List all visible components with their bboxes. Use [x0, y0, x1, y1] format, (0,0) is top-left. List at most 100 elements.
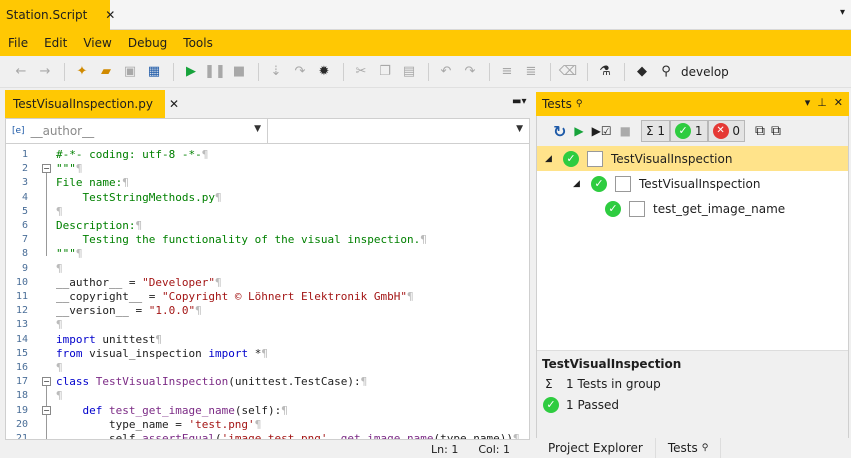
run-selected-icon[interactable]: ▶☑ — [592, 124, 612, 138]
line-number: 8 — [21, 248, 28, 260]
tab-project-explorer[interactable]: Project Explorer — [536, 438, 655, 458]
new-file-icon[interactable]: ✦ — [71, 61, 93, 83]
tests-in-group: 1 Tests in group — [566, 377, 661, 391]
redo-icon[interactable]: ↷ — [459, 61, 481, 83]
refresh-icon[interactable]: ↻ — [553, 122, 566, 141]
test-tree-item[interactable]: ◢ ✓ TestVisualInspection — [537, 171, 848, 196]
close-icon[interactable]: ✕ — [105, 8, 115, 22]
expand-icon[interactable]: ◢ — [573, 179, 591, 189]
separator — [624, 62, 625, 81]
total-count-filter[interactable]: Σ 1 — [640, 120, 671, 142]
copy-icon[interactable]: ❐ — [374, 61, 396, 83]
code-line: def test_get_image_name(self):¶ — [82, 403, 288, 417]
failed-count-filter[interactable]: ✕ 0 — [707, 120, 745, 142]
bug-icon[interactable]: ✹ — [313, 61, 335, 83]
save-all-icon[interactable]: ▦ — [143, 61, 165, 83]
passed-summary: 1 Passed — [566, 398, 620, 412]
menu-file[interactable]: File — [0, 36, 36, 50]
panel-controls[interactable]: ▾ ⊥ ✕ — [805, 96, 843, 109]
cut-icon[interactable]: ✂ — [350, 61, 372, 83]
close-icon[interactable]: ✕ — [169, 97, 179, 111]
tab-tests-label: Tests — [667, 441, 698, 455]
fold-toggle-icon[interactable]: − — [42, 377, 51, 387]
navigation-bar: [e] __author__ ▼ ▼ — [5, 118, 530, 144]
line-number: 16 — [15, 362, 28, 373]
line-number: 3 — [21, 177, 28, 189]
save-icon[interactable]: ▣ — [119, 61, 141, 83]
code-line: ¶ — [56, 261, 63, 275]
code-line: Description:¶ — [56, 219, 143, 232]
check-icon: ✓ — [675, 123, 692, 139]
menu-edit[interactable]: Edit — [36, 36, 75, 50]
menu-view[interactable]: View — [75, 36, 119, 50]
tests-panel-header: Tests ⚲ ▾ ⊥ ✕ — [536, 92, 849, 116]
run-tests-icon[interactable]: ▶ — [574, 124, 583, 138]
test-tree-label: test_get_image_name — [653, 201, 786, 216]
pin-icon[interactable]: ⚲ — [576, 99, 583, 109]
code-line: type_name = 'test.png'¶ — [56, 417, 262, 431]
tab-tests[interactable]: Tests ⚲ — [654, 438, 722, 458]
code-line: import unittest¶ — [56, 332, 162, 346]
test-tree-item[interactable]: ✓ test_get_image_name — [537, 196, 848, 221]
clear-icon[interactable]: ⌫ — [557, 61, 579, 83]
line-number: 7 — [21, 234, 28, 246]
branch-icon[interactable]: ⚲ — [655, 61, 677, 83]
line-number: 18 — [15, 390, 28, 402]
test-tree-item[interactable]: ◢ ✓ TestVisualInspection — [537, 146, 848, 171]
menu-bar: File Edit View Debug Tools — [0, 30, 851, 56]
separator — [173, 62, 174, 81]
chevron-down-icon[interactable]: ▾ — [840, 7, 845, 18]
step-into-icon[interactable]: ⇣ — [265, 61, 287, 83]
forward-icon[interactable]: → — [34, 61, 56, 83]
code-editor[interactable]: 1 #-*- coding: utf-8 -*-¶ 2 """¶ 3 File name:… — [5, 144, 530, 440]
menu-debug[interactable]: Debug — [120, 36, 175, 50]
code-line: __version__ = "1.0.0"¶ — [56, 304, 202, 318]
undo-icon[interactable]: ↶ — [435, 61, 457, 83]
check-icon: ✓ — [591, 175, 607, 192]
collapse-all-icon[interactable]: ⧉ — [771, 123, 781, 139]
branch-name[interactable]: develop — [681, 65, 729, 79]
flask-icon[interactable]: ⚗ — [594, 61, 616, 83]
passed-count-filter[interactable]: ✓ 1 — [670, 120, 708, 142]
pause-icon[interactable]: ❚❚ — [204, 61, 226, 83]
line-number: 17 — [15, 376, 28, 388]
line-number: 12 — [15, 305, 28, 317]
test-checkbox[interactable] — [629, 200, 645, 217]
code-line: self.assertEqual('image_test.png', get_i… — [56, 432, 520, 440]
document-tab[interactable]: Station.Script ✕ — [0, 0, 115, 30]
indent-icon[interactable]: ≡ — [496, 61, 518, 83]
stop-icon[interactable]: ■ — [620, 124, 631, 138]
fold-toggle-icon[interactable]: − — [42, 405, 51, 415]
menu-tools[interactable]: Tools — [175, 36, 221, 50]
error-icon: ✕ — [712, 123, 729, 139]
code-line: Testing the functionality of the visual … — [56, 233, 427, 247]
test-summary: TestVisualInspection Σ 1 Tests in group … — [537, 350, 848, 438]
fold-line — [46, 173, 47, 257]
open-folder-icon[interactable]: ▰ — [95, 61, 117, 83]
code-line: File name:¶ — [56, 176, 129, 190]
editor-tab[interactable]: TestVisualInspection.py ✕ — [5, 90, 179, 118]
run-icon[interactable]: ▶ — [180, 61, 202, 83]
git-icon[interactable]: ◆ — [631, 61, 653, 83]
check-icon: ✓ — [605, 200, 621, 217]
test-checkbox[interactable] — [615, 175, 631, 192]
outdent-icon[interactable]: ≣ — [520, 61, 542, 83]
fold-line — [46, 414, 47, 439]
expand-icon[interactable]: ◢ — [545, 154, 563, 164]
code-line: ¶ — [56, 361, 63, 374]
member-dropdown[interactable]: [e] __author__ ▼ — [6, 119, 268, 143]
step-over-icon[interactable]: ↷ — [289, 61, 311, 83]
fold-toggle-icon[interactable]: − — [42, 164, 51, 174]
tab-list-icon[interactable]: ▬▾ — [512, 96, 526, 107]
scope-dropdown[interactable]: ▼ — [268, 119, 529, 143]
stop-icon[interactable]: ■ — [228, 61, 250, 83]
tests-panel-title: Tests — [542, 97, 572, 111]
test-checkbox[interactable] — [587, 150, 603, 167]
code-line: from visual_inspection import *¶ — [56, 346, 268, 360]
expand-all-icon[interactable]: ⧉ — [755, 123, 765, 139]
line-number: 6 — [21, 220, 28, 231]
document-tab-label: Station.Script — [6, 8, 88, 22]
paste-icon[interactable]: ▤ — [398, 61, 420, 83]
back-icon[interactable]: ← — [10, 61, 32, 83]
test-tree-label: TestVisualInspection — [611, 151, 733, 166]
